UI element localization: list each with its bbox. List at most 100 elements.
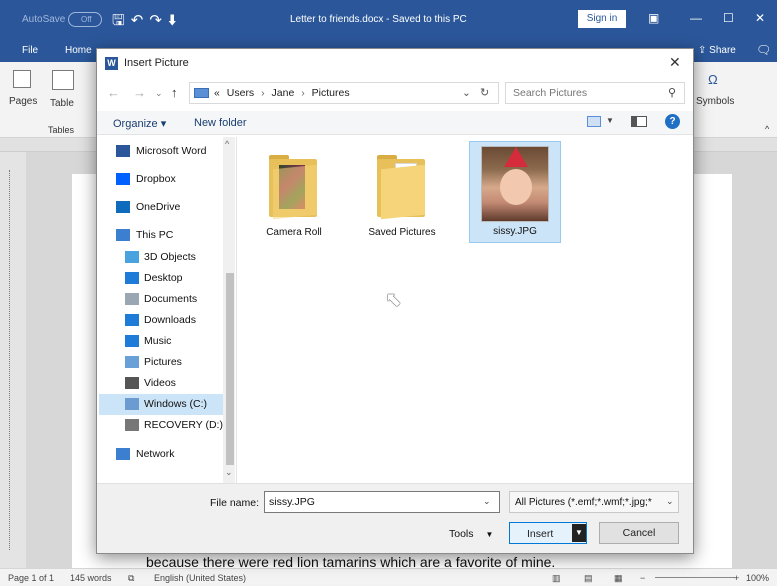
address-dropdown-icon[interactable]: ⌄ bbox=[462, 87, 471, 99]
drive-d-icon bbox=[125, 419, 139, 431]
file-name-combo: ⌄ bbox=[264, 491, 500, 513]
pages-label[interactable]: Pages bbox=[9, 96, 37, 107]
up-arrow-icon[interactable]: ↑ bbox=[171, 85, 178, 100]
file-label: sissy.JPG bbox=[493, 226, 537, 237]
symbols-label[interactable]: Symbols bbox=[696, 96, 734, 107]
search-icon[interactable]: ⚲ bbox=[668, 86, 676, 99]
preview-pane-icon[interactable] bbox=[631, 116, 647, 127]
sidebar-item-pictures[interactable]: Pictures bbox=[99, 352, 233, 373]
omega-icon[interactable]: Ω bbox=[708, 72, 718, 87]
insert-label: Insert bbox=[527, 528, 554, 540]
dialog-close-icon[interactable]: ✕ bbox=[669, 54, 681, 71]
help-icon[interactable]: ? bbox=[665, 114, 680, 129]
videos-icon bbox=[125, 377, 139, 389]
organize-button[interactable]: Organize ▾ bbox=[113, 117, 166, 130]
sidebar-item-this-pc[interactable]: This PC bbox=[99, 225, 233, 246]
sidebar-item-label: Dropbox bbox=[136, 173, 176, 185]
sidebar-item-music[interactable]: Music bbox=[99, 331, 233, 352]
file-type-select[interactable]: All Pictures (*.emf;*.wmf;*.jpg;* ⌄ bbox=[509, 491, 679, 513]
tools-button[interactable]: Tools ▼ bbox=[449, 528, 493, 540]
tab-file[interactable]: File bbox=[22, 45, 38, 56]
scroll-up-icon[interactable]: ^ bbox=[225, 139, 229, 149]
view-dropdown-icon[interactable]: ▼ bbox=[606, 116, 614, 125]
sidebar-item-label: Downloads bbox=[144, 314, 196, 326]
zoom-slider[interactable] bbox=[655, 577, 735, 578]
window-close-icon[interactable]: ✕ bbox=[755, 11, 765, 25]
sidebar-item-windows-c[interactable]: Windows (C:) bbox=[99, 394, 233, 415]
print-layout-icon[interactable]: ▤ bbox=[584, 573, 593, 584]
ribbon-display-icon[interactable]: ▣ bbox=[648, 11, 659, 25]
sidebar-item-dropbox[interactable]: Dropbox bbox=[99, 169, 233, 190]
image-thumbnail bbox=[481, 146, 549, 222]
insert-button[interactable]: Insert ▼ bbox=[509, 522, 587, 544]
pages-icon[interactable] bbox=[13, 70, 31, 88]
refresh-icon[interactable]: ↻ bbox=[480, 86, 489, 99]
sidebar-item-downloads[interactable]: Downloads bbox=[99, 310, 233, 331]
search-input[interactable] bbox=[506, 83, 666, 103]
sidebar-scroll-thumb[interactable] bbox=[226, 273, 234, 465]
navigation-pane: Network RECOVERY (D:) Windows (C:) Videos Pi… bbox=[97, 137, 237, 483]
search-box: ⚲ bbox=[505, 82, 685, 104]
sidebar-item-onedrive[interactable]: OneDrive bbox=[99, 197, 233, 218]
breadcrumb-pictures[interactable]: Pictures bbox=[312, 87, 350, 99]
maximize-icon[interactable]: ☐ bbox=[723, 11, 734, 25]
insert-options-icon[interactable]: ▼ bbox=[572, 524, 586, 542]
pc-address-icon bbox=[194, 88, 209, 98]
page-count[interactable]: Page 1 of 1 bbox=[8, 573, 54, 583]
status-bar: Page 1 of 1 145 words ⧉ English (United … bbox=[0, 568, 777, 586]
music-icon bbox=[125, 335, 139, 347]
proofing-icon[interactable]: ⧉ bbox=[128, 573, 134, 584]
sidebar-item-label: Desktop bbox=[144, 272, 183, 284]
web-layout-icon[interactable]: ▦ bbox=[614, 573, 623, 584]
command-bar: Organize ▾ New folder ▼ ? bbox=[97, 111, 693, 135]
back-arrow-icon[interactable]: ← bbox=[107, 85, 120, 100]
table-label[interactable]: Table bbox=[50, 98, 74, 109]
zoom-out-icon[interactable]: − bbox=[640, 573, 645, 583]
recent-locations-icon[interactable]: ⌄ bbox=[155, 88, 163, 99]
tools-label: Tools bbox=[449, 528, 474, 540]
sign-in-button[interactable]: Sign in bbox=[578, 10, 626, 28]
minimize-icon[interactable]: — bbox=[690, 11, 702, 25]
folder-saved-pictures[interactable]: Saved Pictures bbox=[357, 143, 447, 243]
collapse-ribbon-icon[interactable]: ^ bbox=[765, 124, 769, 134]
word-app-icon: W bbox=[105, 57, 118, 70]
forward-arrow-icon[interactable]: → bbox=[133, 85, 146, 100]
read-mode-icon[interactable]: ▥ bbox=[552, 573, 561, 584]
tab-home[interactable]: Home bbox=[65, 45, 92, 56]
new-folder-button[interactable]: New folder bbox=[194, 117, 247, 129]
navigation-bar: ← → ⌄ ↑ « Users › Jane › Pictures ⌄ ↻ ⚲ bbox=[97, 79, 693, 107]
sidebar-item-microsoft-word[interactable]: Microsoft Word bbox=[99, 141, 233, 162]
file-type-dropdown-icon: ⌄ bbox=[666, 496, 674, 506]
file-label: Camera Roll bbox=[266, 227, 322, 238]
sidebar-item-videos[interactable]: Videos bbox=[99, 373, 233, 394]
comment-icon[interactable]: 🗨 bbox=[756, 43, 771, 57]
sidebar-item-network[interactable]: Network bbox=[99, 444, 233, 465]
file-name-input[interactable] bbox=[265, 492, 477, 512]
sidebar-item-desktop[interactable]: Desktop bbox=[99, 268, 233, 289]
sidebar-item-label: Microsoft Word bbox=[136, 145, 207, 157]
sidebar-item-documents[interactable]: Documents bbox=[99, 289, 233, 310]
sidebar-item-label: Pictures bbox=[144, 356, 182, 368]
zoom-in-icon[interactable]: + bbox=[734, 573, 739, 583]
share-button[interactable]: ⇪ Share bbox=[698, 45, 736, 56]
file-sissy-jpg[interactable]: sissy.JPG bbox=[469, 141, 561, 243]
scroll-down-icon[interactable]: ⌄ bbox=[225, 467, 233, 478]
breadcrumb-jane[interactable]: Jane bbox=[272, 87, 295, 99]
breadcrumb: « Users › Jane › Pictures bbox=[214, 87, 350, 99]
change-view-icon[interactable] bbox=[587, 116, 601, 127]
address-bar[interactable]: « Users › Jane › Pictures ⌄ ↻ bbox=[189, 82, 499, 104]
file-name-dropdown-icon[interactable]: ⌄ bbox=[483, 496, 491, 507]
zoom-level[interactable]: 100% bbox=[746, 573, 769, 583]
autosave-toggle[interactable]: Off bbox=[68, 12, 102, 27]
folder-camera-roll[interactable]: Camera Roll bbox=[249, 143, 339, 243]
breadcrumb-users[interactable]: Users bbox=[227, 87, 254, 99]
cancel-button[interactable]: Cancel bbox=[599, 522, 679, 544]
table-icon[interactable] bbox=[52, 70, 74, 90]
quick-access-toolbar[interactable]: 🖫↶↷⬇ bbox=[112, 10, 183, 35]
mouse-cursor-icon: ⬉ bbox=[385, 289, 402, 311]
breadcrumb-overflow[interactable]: « bbox=[214, 87, 220, 99]
sidebar-item-3d-objects[interactable]: 3D Objects bbox=[99, 247, 233, 268]
language[interactable]: English (United States) bbox=[154, 573, 246, 583]
sidebar-item-recovery-d[interactable]: RECOVERY (D:) bbox=[99, 415, 233, 436]
word-count[interactable]: 145 words bbox=[70, 573, 112, 583]
